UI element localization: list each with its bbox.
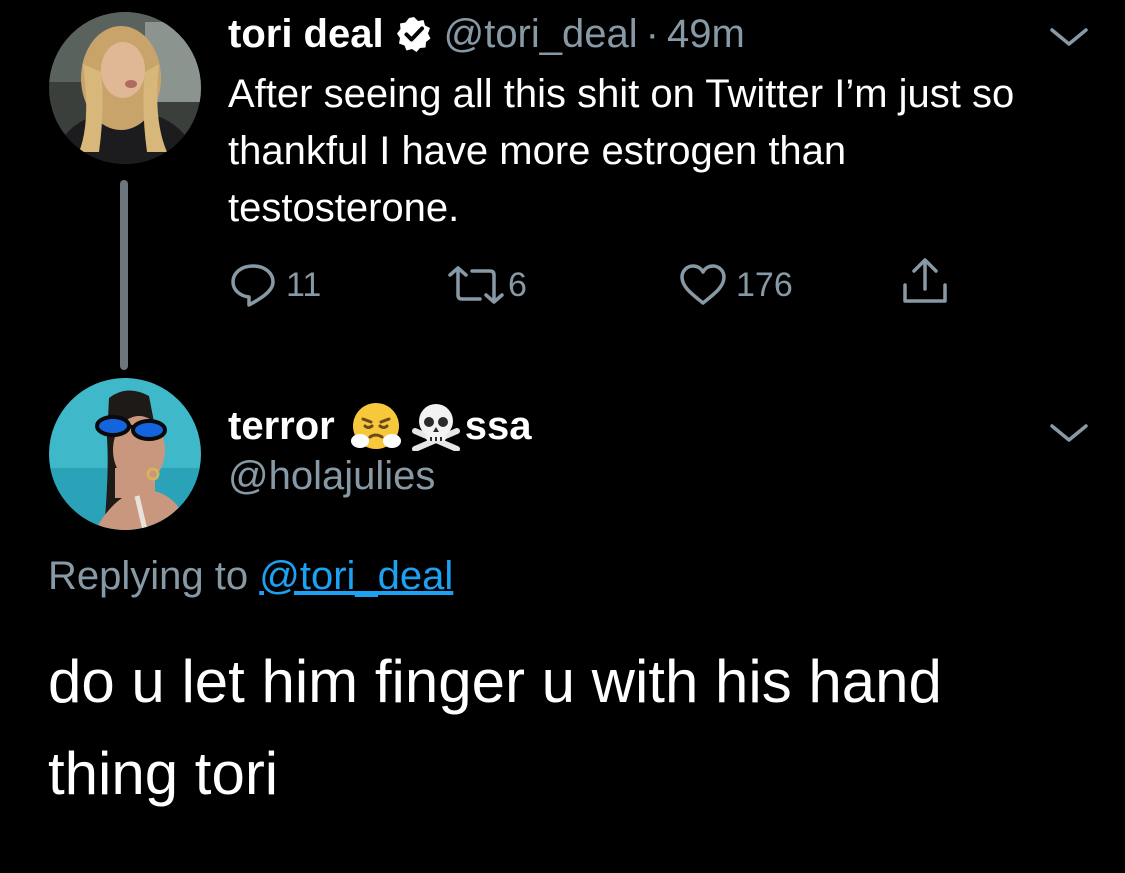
tweet-text: After seeing all this shit on Twitter I’… <box>228 72 1015 230</box>
tweet-timestamp[interactable]: 49m <box>667 12 745 57</box>
reply-count: 11 <box>286 265 322 304</box>
reply-author-handle[interactable]: @holajulies <box>228 454 435 499</box>
replying-to-line: Replying to @tori_deal <box>48 554 453 599</box>
reply-menu-chevron-down-icon[interactable] <box>1046 418 1092 448</box>
reply-text: do u let him finger u with his hand thin… <box>48 648 942 807</box>
author-handle[interactable]: @tori_deal <box>444 12 638 57</box>
share-action[interactable] <box>900 258 950 304</box>
like-action[interactable]: 176 <box>678 262 793 308</box>
heart-icon <box>678 263 728 307</box>
reply-action[interactable]: 11 <box>228 262 321 308</box>
skull-and-crossbones-emoji-icon <box>411 401 461 452</box>
reply-author-name[interactable]: terror ssa <box>228 398 531 454</box>
reply-author-name-end: ssa <box>464 403 532 448</box>
retweet-action[interactable]: 6 <box>448 262 527 308</box>
tweet-menu-chevron-down-icon[interactable] <box>1046 22 1092 52</box>
thread-connector-line <box>120 180 128 370</box>
face-with-steam-from-nose-emoji-icon <box>350 401 401 451</box>
reply-icon <box>228 262 278 308</box>
retweet-icon <box>448 265 504 305</box>
verified-badge-icon <box>396 16 432 52</box>
holajulies-avatar[interactable] <box>49 378 201 530</box>
tweet-header: tori deal @tori_deal · 49m <box>228 10 745 58</box>
tori-deal-avatar[interactable] <box>49 12 201 164</box>
reply-author-name-start: terror <box>228 403 335 448</box>
share-icon <box>900 255 950 307</box>
like-count: 176 <box>736 265 793 304</box>
author-name[interactable]: tori deal <box>228 12 384 57</box>
meta-separator: · <box>645 11 659 56</box>
retweet-count: 6 <box>508 265 527 304</box>
replying-to-handle-link[interactable]: @tori_deal <box>259 554 453 598</box>
replying-to-label: Replying to <box>48 554 249 598</box>
